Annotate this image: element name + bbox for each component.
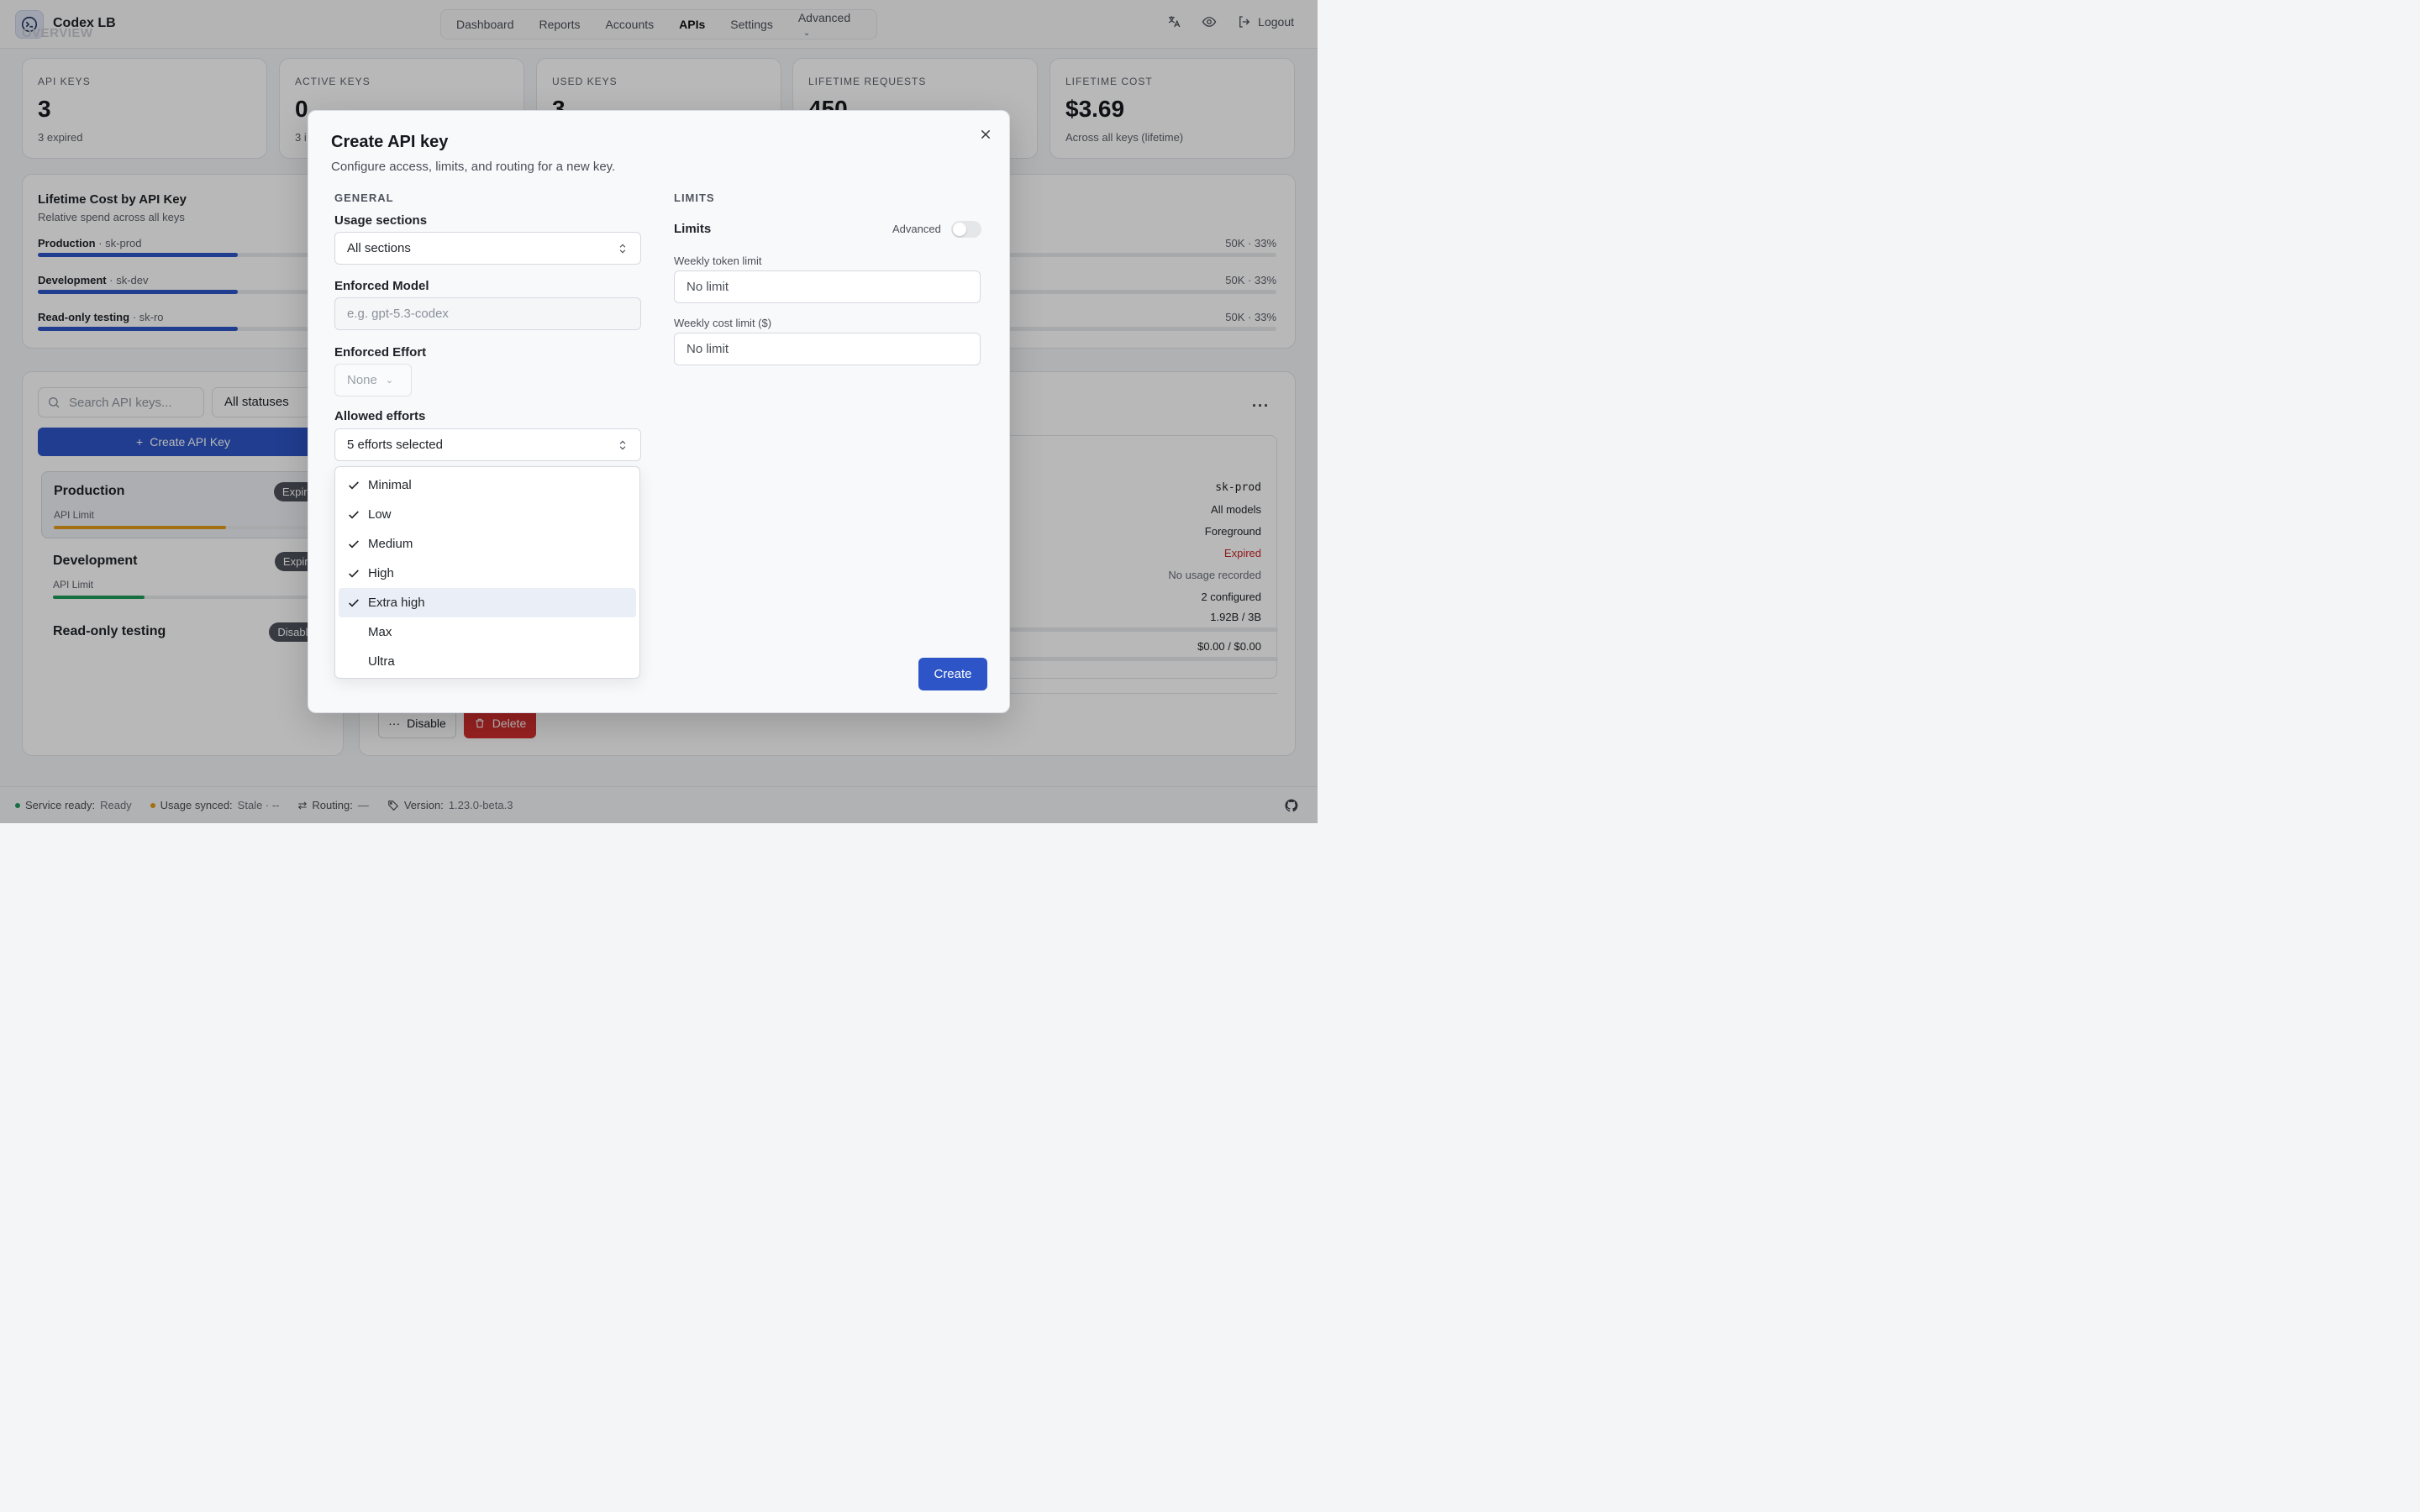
check-icon xyxy=(349,570,359,578)
effort-option-medium[interactable]: Medium xyxy=(339,529,636,559)
chevrons-up-down-icon xyxy=(619,244,626,254)
weekly-token-limit-value: No limit xyxy=(687,280,729,294)
advanced-toggle-label: Advanced xyxy=(892,223,941,235)
effort-option-max[interactable]: Max xyxy=(339,617,636,647)
toggle-knob xyxy=(953,223,966,236)
advanced-toggle[interactable] xyxy=(951,221,981,238)
effort-option-label: Ultra xyxy=(368,654,395,669)
enforced-model-placeholder: e.g. gpt-5.3-codex xyxy=(347,307,449,321)
weekly-cost-limit-input[interactable]: No limit xyxy=(674,333,981,365)
allowed-efforts-select[interactable]: 5 efforts selected xyxy=(334,428,641,461)
effort-option-label: Minimal xyxy=(368,478,412,492)
effort-option-ultra[interactable]: Ultra xyxy=(339,647,636,676)
create-button[interactable]: Create xyxy=(918,658,987,690)
enforced-effort-label: Enforced Effort xyxy=(334,345,427,360)
check-icon xyxy=(349,511,359,519)
check-icon xyxy=(349,540,359,549)
allowed-efforts-label: Allowed efforts xyxy=(334,409,426,423)
dialog-description: Configure access, limits, and routing fo… xyxy=(331,160,616,174)
limits-section-heading: LIMITS xyxy=(674,192,715,204)
effort-option-low[interactable]: Low xyxy=(339,500,636,529)
check-icon xyxy=(349,599,359,607)
check-icon xyxy=(349,481,359,490)
general-section-heading: GENERAL xyxy=(334,192,394,204)
chevron-down-icon: ⌄ xyxy=(385,375,394,386)
usage-sections-value: All sections xyxy=(347,241,411,255)
enforced-effort-value: None xyxy=(347,373,377,387)
limits-label: Limits xyxy=(674,222,712,236)
enforced-model-label: Enforced Model xyxy=(334,279,429,293)
effort-option-minimal[interactable]: Minimal xyxy=(339,470,636,500)
usage-sections-label: Usage sections xyxy=(334,213,428,228)
effort-option-high[interactable]: High xyxy=(339,559,636,588)
enforced-effort-select[interactable]: None ⌄ xyxy=(334,364,412,396)
enforced-model-input[interactable]: e.g. gpt-5.3-codex xyxy=(334,297,641,330)
allowed-efforts-value: 5 efforts selected xyxy=(347,438,443,452)
weekly-token-limit-label: Weekly token limit xyxy=(674,255,762,267)
weekly-token-limit-input[interactable]: No limit xyxy=(674,270,981,303)
weekly-cost-limit-label: Weekly cost limit ($) xyxy=(674,317,772,329)
dialog-title: Create API key xyxy=(331,133,449,151)
effort-option-label: Medium xyxy=(368,537,413,551)
usage-sections-select[interactable]: All sections xyxy=(334,232,641,265)
weekly-cost-limit-value: No limit xyxy=(687,342,729,356)
effort-option-label: Max xyxy=(368,625,392,639)
effort-option-extra-high[interactable]: Extra high xyxy=(339,588,636,617)
effort-option-label: Low xyxy=(368,507,392,522)
allowed-efforts-dropdown: Minimal Low Medium High Extra high Max U… xyxy=(334,466,640,679)
effort-option-label: High xyxy=(368,566,394,580)
chevrons-up-down-icon xyxy=(619,440,626,450)
close-icon[interactable] xyxy=(979,128,992,141)
effort-option-label: Extra high xyxy=(368,596,425,610)
